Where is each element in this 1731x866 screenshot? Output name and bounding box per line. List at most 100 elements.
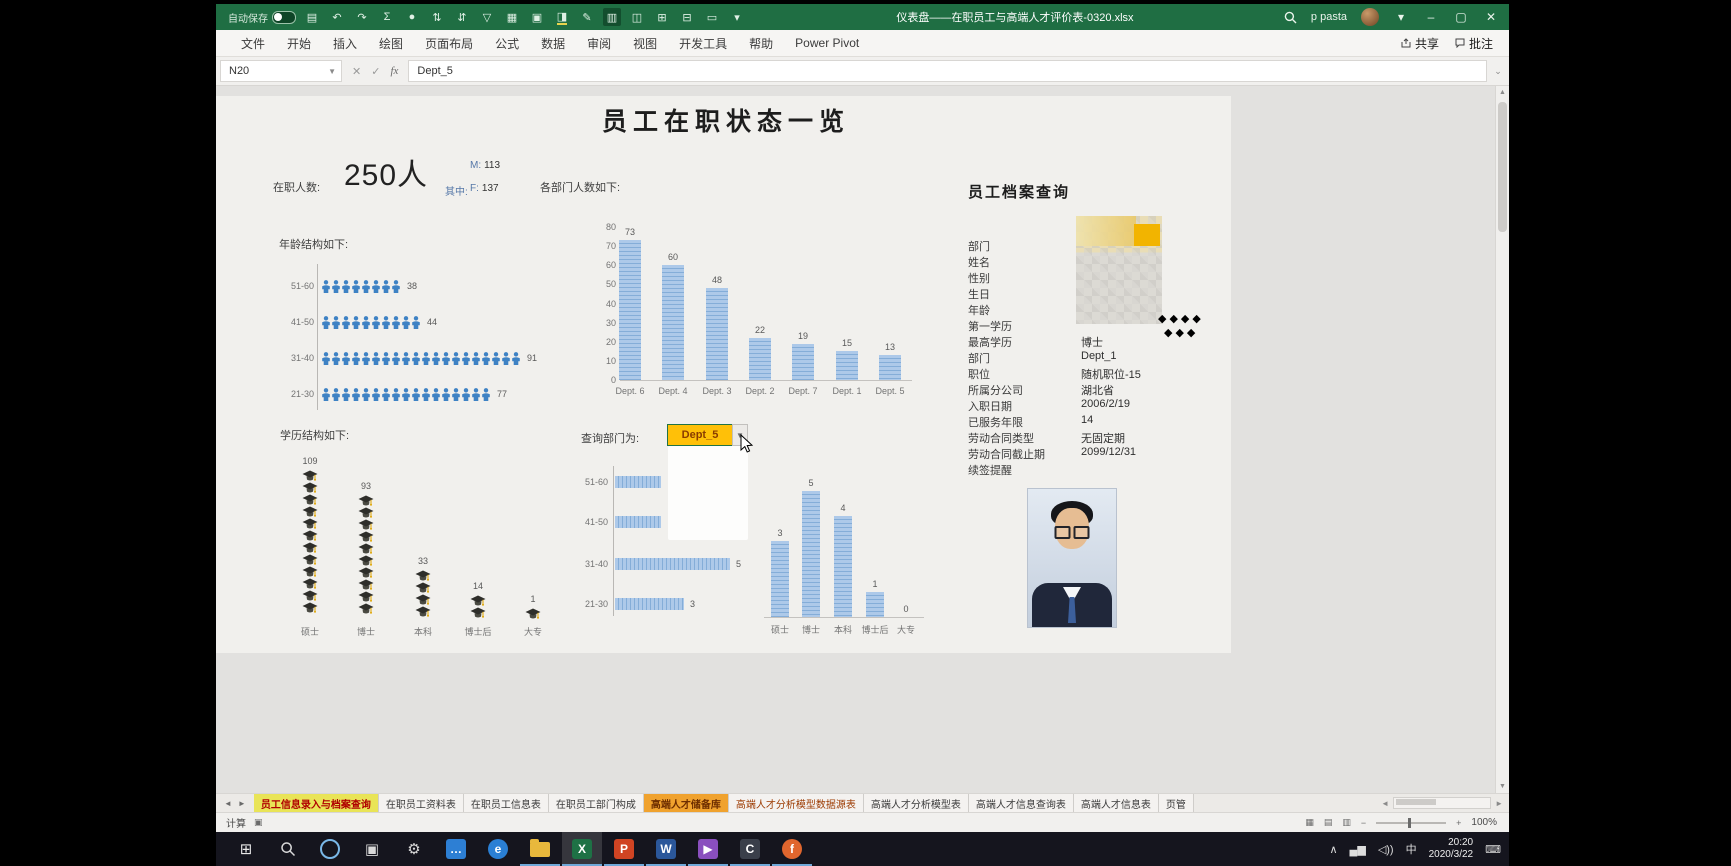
sort-desc-icon[interactable]: ⇵	[453, 8, 471, 26]
fill-circle-icon[interactable]: ●	[403, 8, 421, 26]
ribbon-tab-9[interactable]: 视图	[622, 31, 668, 56]
vertical-scroll-thumb[interactable]	[1498, 102, 1507, 232]
sheet-tab-5[interactable]: 高端人才储备库	[643, 794, 729, 812]
zoom-out-icon[interactable]: −	[1361, 818, 1366, 828]
cortana-icon[interactable]	[310, 832, 350, 866]
share-button[interactable]: 共享	[1401, 35, 1439, 52]
network-icon[interactable]: ▄▆	[1350, 843, 1366, 856]
user-name[interactable]: p pasta	[1311, 11, 1347, 23]
undo-icon[interactable]: ↶	[328, 8, 346, 26]
dept-select-dropdown[interactable]: Dept_5	[667, 424, 733, 446]
firefox-icon[interactable]: f	[772, 832, 812, 866]
user-avatar[interactable]	[1361, 8, 1379, 26]
edge-icon[interactable]: e	[478, 832, 518, 866]
ribbon-tab-8[interactable]: 审阅	[576, 31, 622, 56]
autosum-icon[interactable]: Σ	[378, 8, 396, 26]
ribbon-tab-4[interactable]: 绘图	[368, 31, 414, 56]
ribbon-tab-6[interactable]: 公式	[484, 31, 530, 56]
volume-icon[interactable]: ◁))	[1378, 843, 1394, 856]
tabs-scroll-right-icon[interactable]: ►	[238, 799, 246, 808]
namebox-dropdown-icon[interactable]: ▼	[328, 67, 341, 76]
close-button[interactable]: ✕	[1483, 10, 1499, 24]
sort-asc-icon[interactable]: ⇅	[428, 8, 446, 26]
hidden-icons-chevron-icon[interactable]: ∧	[1329, 843, 1337, 856]
formula-input[interactable]: Dept_5	[408, 60, 1487, 82]
media-player-icon[interactable]: ▶	[688, 832, 728, 866]
minimize-button[interactable]: –	[1423, 10, 1439, 24]
normal-view-icon[interactable]: ▦	[1305, 817, 1314, 828]
formula-enter-icon[interactable]: ✓	[371, 65, 380, 78]
scroll-down-icon[interactable]: ▼	[1496, 780, 1509, 793]
gridlines-toggle-icon[interactable]: ▥	[603, 8, 621, 26]
task-view-icon[interactable]: ▣	[352, 832, 392, 866]
word-icon[interactable]: W	[646, 832, 686, 866]
ribbon-tab-7[interactable]: 数据	[530, 31, 576, 56]
chat-icon[interactable]: …	[436, 832, 476, 866]
ribbon-display-options-icon[interactable]: ▾	[1393, 10, 1409, 24]
comments-button[interactable]: 批注	[1455, 35, 1493, 52]
sheet-tab-7[interactable]: 高端人才分析模型表	[863, 794, 969, 812]
qedu-bar-value: 0	[903, 604, 909, 614]
ribbon-tab-2[interactable]: 开始	[276, 31, 322, 56]
powerpoint-icon[interactable]: P	[604, 832, 644, 866]
ribbon-tab-3[interactable]: 插入	[322, 31, 368, 56]
zoom-level[interactable]: 100%	[1471, 817, 1497, 828]
sheet-tab-1[interactable]: 员工信息录入与档案查询	[253, 794, 379, 812]
horizontal-scrollbar[interactable]: ◄ ►	[1375, 794, 1509, 812]
settings-icon[interactable]: ⚙	[394, 832, 434, 866]
qat-customize-icon[interactable]: ▾	[728, 8, 746, 26]
sheet-tab-2[interactable]: 在职员工资料表	[378, 794, 464, 812]
start-button[interactable]: ⊞	[226, 832, 266, 866]
name-box[interactable]: N20 ▼	[220, 60, 342, 82]
ribbon-tab-11[interactable]: 帮助	[738, 31, 784, 56]
freeze-panes-icon[interactable]: ◫	[628, 8, 646, 26]
sheet-tab-6[interactable]: 高端人才分析模型数据源表	[728, 794, 864, 812]
taskbar-clock[interactable]: 20:20 2020/3/22	[1429, 837, 1474, 861]
formula-cancel-icon[interactable]: ✕	[352, 65, 361, 78]
scroll-up-icon[interactable]: ▲	[1496, 86, 1509, 99]
hscroll-right-icon[interactable]: ►	[1495, 799, 1503, 808]
switch-window-icon[interactable]: ▭	[703, 8, 721, 26]
borders-icon[interactable]: ▦	[503, 8, 521, 26]
sheet-tab-3[interactable]: 在职员工信息表	[463, 794, 549, 812]
autosave-toggle[interactable]: 自动保存	[228, 10, 296, 25]
search-icon[interactable]	[268, 832, 308, 866]
file-explorer-icon[interactable]	[520, 832, 560, 866]
graduation-cap-icon	[415, 582, 431, 593]
hscroll-left-icon[interactable]: ◄	[1381, 799, 1389, 808]
filter-icon[interactable]: ▽	[478, 8, 496, 26]
insert-function-icon[interactable]: fx	[390, 65, 398, 77]
search-icon[interactable]	[1284, 11, 1297, 24]
c-app-icon[interactable]: C	[730, 832, 770, 866]
maximize-button[interactable]: ▢	[1453, 10, 1469, 24]
page-layout-view-icon[interactable]: ▤	[1324, 817, 1333, 828]
ime-indicator[interactable]: 中	[1406, 841, 1417, 857]
ribbon-tab-5[interactable]: 页面布局	[414, 31, 484, 56]
sheet-tab-10[interactable]: 页管	[1158, 794, 1194, 812]
ribbon-tab-10[interactable]: 开发工具	[668, 31, 738, 56]
touch-keyboard-icon[interactable]: ⌨	[1485, 843, 1501, 856]
ribbon-tab-1[interactable]: 文件	[230, 31, 276, 56]
worksheet-area[interactable]: 员工在职状态一览 在职人数: 250人 其中: M: 113 F: 137 各部门人…	[216, 86, 1509, 793]
format-painter-icon[interactable]: ✎	[578, 8, 596, 26]
arrange-windows-icon[interactable]: ⊟	[678, 8, 696, 26]
sheet-tab-9[interactable]: 高端人才信息表	[1073, 794, 1159, 812]
excel-icon[interactable]: X	[562, 832, 602, 866]
fill-color-icon[interactable]: ◨	[553, 8, 571, 26]
formula-bar-expand-icon[interactable]: ⌄	[1487, 66, 1509, 77]
merge-cells-icon[interactable]: ▣	[528, 8, 546, 26]
ribbon-tab-12[interactable]: Power Pivot	[784, 32, 870, 54]
zoom-in-icon[interactable]: +	[1456, 818, 1461, 828]
save-icon[interactable]: ▤	[303, 8, 321, 26]
zoom-slider-thumb[interactable]	[1408, 817, 1412, 828]
sheet-tab-4[interactable]: 在职员工部门构成	[548, 794, 644, 812]
sheet-tab-8[interactable]: 高端人才信息查询表	[968, 794, 1074, 812]
vertical-scrollbar[interactable]: ▲ ▼	[1495, 86, 1509, 793]
zoom-slider[interactable]	[1376, 817, 1447, 828]
horizontal-scroll-thumb[interactable]	[1396, 799, 1437, 805]
page-break-view-icon[interactable]: ▥	[1342, 817, 1351, 828]
macro-record-icon[interactable]: ▣	[254, 817, 263, 828]
redo-icon[interactable]: ↷	[353, 8, 371, 26]
tabs-scroll-left-icon[interactable]: ◄	[224, 799, 232, 808]
new-window-icon[interactable]: ⊞	[653, 8, 671, 26]
